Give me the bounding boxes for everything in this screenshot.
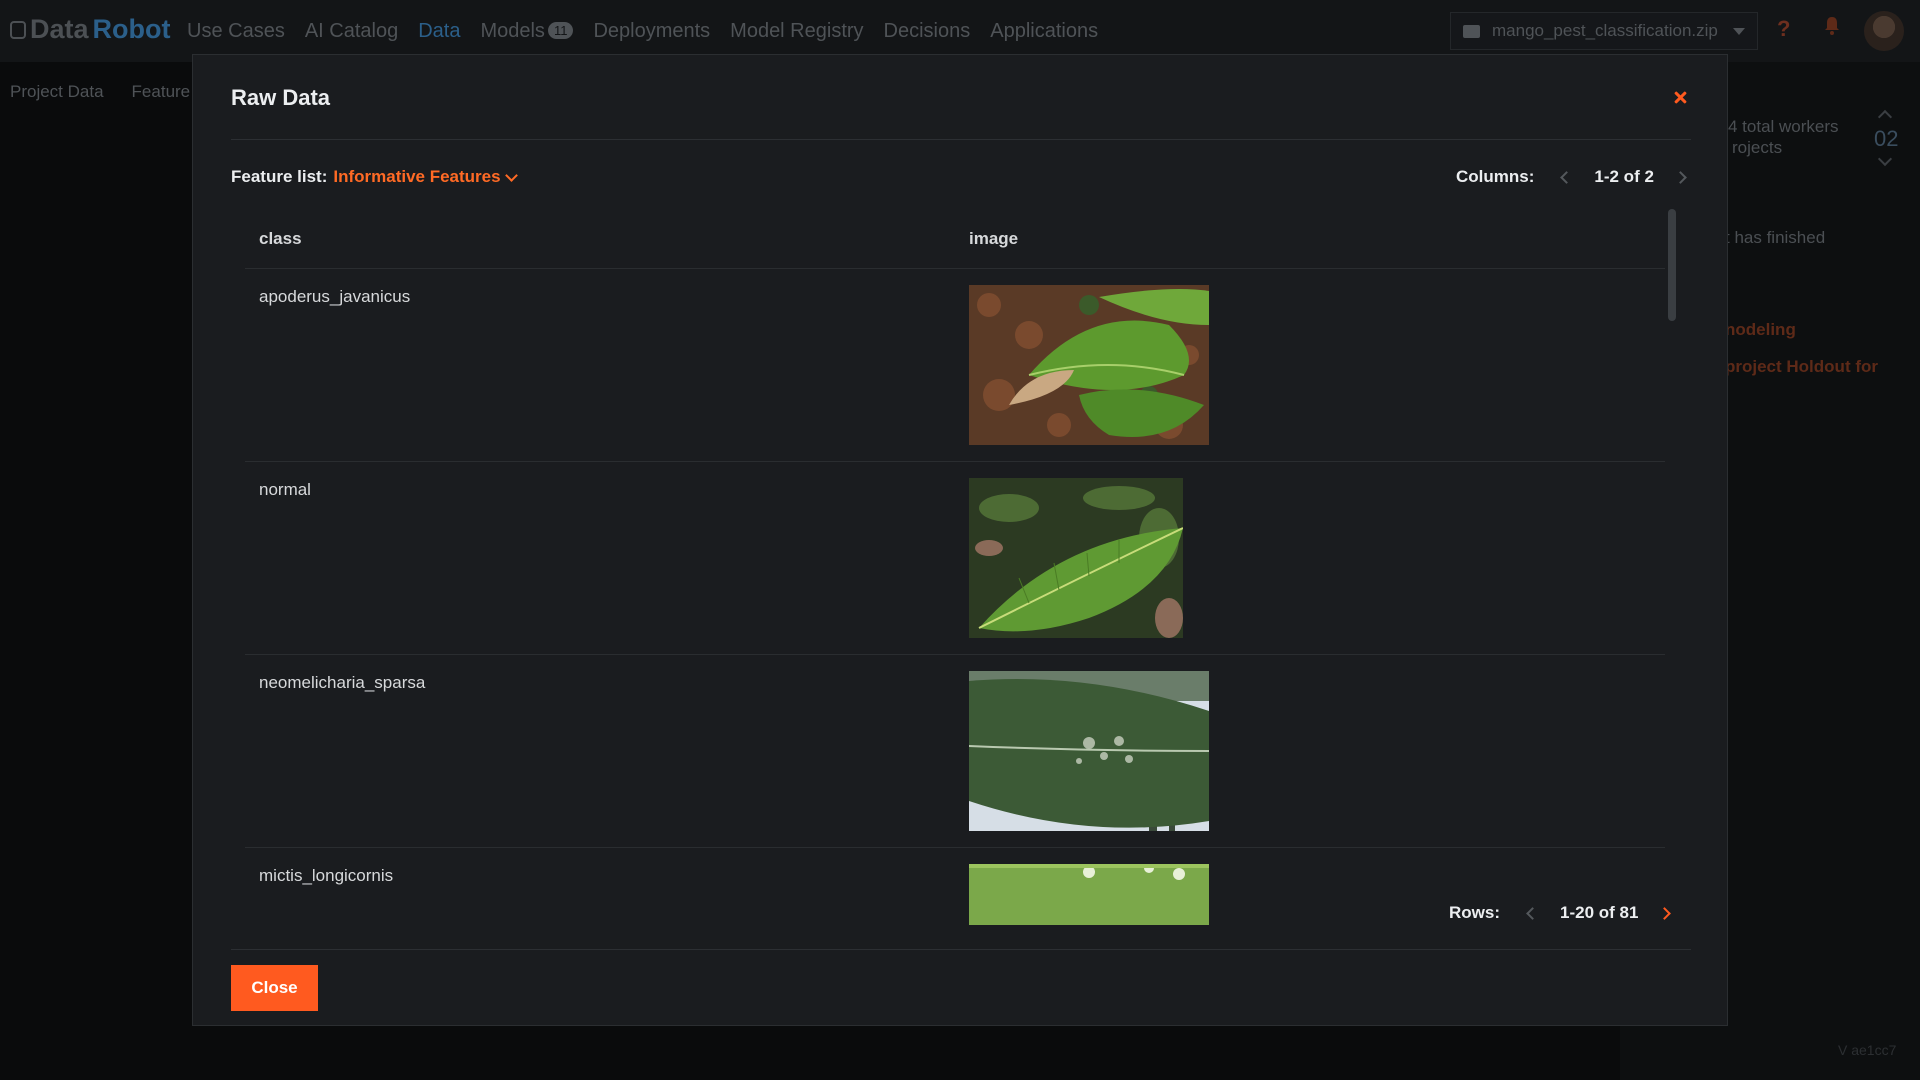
project-subnav: Project Data Feature I <box>10 82 200 102</box>
class-cell: mictis_longicornis <box>259 866 394 885</box>
status-text: t has finished <box>1725 228 1826 247</box>
leaf-image-thumbnail[interactable] <box>969 285 1209 445</box>
chevron-down-icon <box>1733 27 1745 35</box>
nav-data[interactable]: Data <box>418 20 460 43</box>
rows-next-icon[interactable] <box>1654 901 1678 925</box>
class-cell: neomelicharia_sparsa <box>259 673 426 692</box>
class-cell: normal <box>259 480 311 499</box>
column-header-image[interactable]: image <box>969 229 1018 249</box>
close-button[interactable]: Close <box>231 965 318 1011</box>
columns-label: Columns: <box>1456 167 1535 186</box>
leaf-image-thumbnail[interactable] <box>969 864 1209 925</box>
column-header-class[interactable]: class <box>259 229 302 249</box>
header-divider <box>231 139 1691 140</box>
columns-range: 1-2 of 2 <box>1594 167 1654 186</box>
worker-count: 02 <box>1874 126 1899 151</box>
tab-project-data[interactable]: Project Data <box>10 82 104 102</box>
raw-data-table: class image apoderus_javanicus normal ne… <box>245 205 1665 925</box>
nav-models[interactable]: Models 11 <box>480 20 574 43</box>
columns-prev-icon[interactable] <box>1554 165 1578 189</box>
table-row: apoderus_javanicus <box>245 269 1665 462</box>
help-icon[interactable]: ? <box>1777 16 1790 42</box>
datarobot-logo[interactable]: Data Robot <box>10 14 171 45</box>
feature-list-label: Feature list: <box>231 167 328 186</box>
columns-next-icon[interactable] <box>1670 165 1694 189</box>
leaf-image-thumbnail[interactable] <box>969 478 1183 638</box>
holdout-link[interactable]: project Holdout for <box>1725 357 1878 377</box>
rows-range: 1-20 of 81 <box>1560 903 1639 922</box>
project-selector[interactable]: mango_pest_classification.zip <box>1450 12 1758 50</box>
raw-data-modal: Raw Data Feature list: Informative Featu… <box>192 54 1728 1026</box>
rows-label: Rows: <box>1449 903 1500 922</box>
class-cell: apoderus_javanicus <box>259 287 411 306</box>
feature-list-dropdown[interactable]: Informative Features <box>333 167 518 187</box>
project-name: mango_pest_classification.zip <box>1492 21 1718 40</box>
nav-ai-catalog[interactable]: AI Catalog <box>305 20 398 43</box>
notification-bell-icon[interactable] <box>1823 15 1841 35</box>
modeling-link[interactable]: nodeling <box>1725 320 1796 340</box>
table-scrollbar[interactable] <box>1668 205 1676 925</box>
rows-prev-icon[interactable] <box>1520 901 1544 925</box>
close-icon[interactable] <box>1668 85 1692 109</box>
robot-icon <box>10 20 26 39</box>
table-row: neomelicharia_sparsa <box>245 655 1665 848</box>
main-nav: Use Cases AI Catalog Data Models 11 Deplo… <box>187 20 1098 43</box>
tab-feature[interactable]: Feature I <box>132 82 200 102</box>
nav-applications[interactable]: Applications <box>990 20 1098 43</box>
columns-pager: Columns: 1-2 of 2 <box>1456 165 1694 189</box>
chevron-down-icon <box>504 168 518 182</box>
projects-text: rojects <box>1732 138 1783 157</box>
workers-text: 4 total workers <box>1728 117 1839 136</box>
nav-model-registry[interactable]: Model Registry <box>730 20 863 43</box>
rows-pager: Rows: 1-20 of 81 <box>1449 901 1678 925</box>
version-label: V ae1cc7 <box>1838 1042 1897 1058</box>
models-count-badge: 11 <box>547 22 574 39</box>
nav-deployments[interactable]: Deployments <box>593 20 710 43</box>
modal-title: Raw Data <box>231 85 331 110</box>
folder-icon <box>1463 24 1480 38</box>
top-navigation: Data Robot Use Cases AI Catalog Data Mode… <box>0 0 1920 62</box>
user-avatar[interactable] <box>1864 11 1904 51</box>
nav-use-cases[interactable]: Use Cases <box>187 20 285 43</box>
nav-decisions[interactable]: Decisions <box>884 20 971 43</box>
scrollbar-thumb[interactable] <box>1668 209 1676 321</box>
feature-list-selector: Feature list: Informative Features <box>231 167 518 187</box>
footer-divider <box>231 949 1691 950</box>
table-row: normal <box>245 462 1665 655</box>
leaf-image-thumbnail[interactable] <box>969 671 1209 831</box>
